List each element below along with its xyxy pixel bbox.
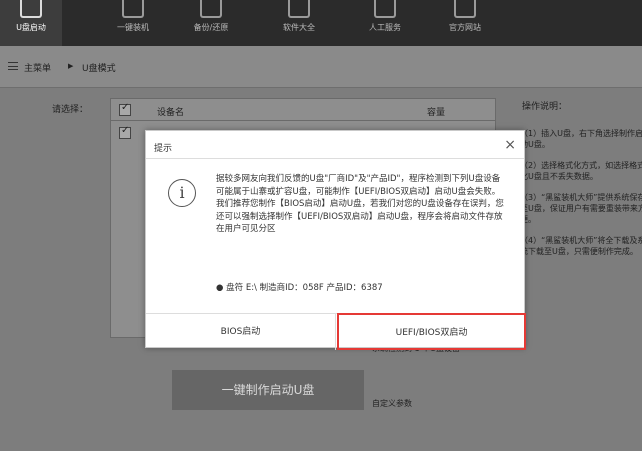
dialog-footer: BIOS启动 UEFI/BIOS双启动 — [146, 313, 526, 350]
nav-label: 一键装机 — [117, 23, 149, 32]
close-icon[interactable]: × — [504, 137, 516, 153]
nav-software[interactable]: 软件大全 — [268, 0, 330, 46]
uefi-bios-boot-button[interactable]: UEFI/BIOS双启动 — [337, 313, 526, 350]
warning-dialog: 提示 × i 据较多网友向我们反馈的U盘"厂商ID"及"产品ID"，程序检测到下… — [145, 130, 526, 350]
instructions-panel: 操作说明： （1）插入U盘，右下角选择制作启动U盘。 （2）选择格式化方式，如选… — [516, 88, 642, 451]
instruction-item: （3）“黑鲨装机大师”提供系统保存至U盘，保证用户有需要重装带来方便。 — [520, 193, 642, 224]
menu-icon — [8, 62, 18, 70]
dialog-title: 提示 — [154, 144, 173, 154]
device-checkbox[interactable] — [119, 125, 131, 139]
column-capacity: 容量 — [427, 108, 446, 118]
instruction-item: （1）插入U盘，右下角选择制作启动U盘。 — [520, 129, 642, 149]
chat-icon — [374, 0, 396, 18]
table-header: 设备名 容量 — [111, 99, 495, 121]
nav-label: 人工服务 — [369, 23, 401, 32]
breadcrumb-separator-icon: ▶ — [68, 62, 74, 70]
dialog-titlebar: 提示 × — [146, 131, 524, 159]
device-info: ● 盘符 E:\ 制造商ID：058F 产品ID：6387 — [216, 283, 383, 293]
nav-usb-boot[interactable]: U盘启动 — [0, 0, 62, 46]
breadcrumb-current: U盘模式 — [82, 64, 116, 74]
select-all-checkbox[interactable] — [119, 102, 131, 116]
breadcrumb: 主菜单 ▶ U盘模式 — [0, 46, 642, 88]
nav-one-click-install[interactable]: 一键装机 — [102, 0, 164, 46]
nav-label: 官方网站 — [449, 23, 481, 32]
dialog-message: 据较多网友向我们反馈的U盘"厂商ID"及"产品ID"，程序检测到下列U盘设备可能… — [216, 174, 504, 235]
software-icon — [288, 0, 310, 18]
select-label: 请选择： — [52, 105, 89, 115]
top-nav: U盘启动 一键装机 备份/还原 软件大全 人工服务 官方网站 — [0, 0, 642, 46]
nav-support[interactable]: 人工服务 — [354, 0, 416, 46]
nav-backup-restore[interactable]: 备份/还原 — [180, 0, 242, 46]
info-icon: i — [168, 179, 196, 207]
column-device: 设备名 — [157, 108, 185, 118]
install-icon — [122, 0, 144, 18]
home-icon — [454, 0, 476, 18]
nav-label: U盘启动 — [16, 23, 46, 32]
custom-params-link[interactable]: 自定义参数 — [372, 398, 412, 409]
instruction-item: （2）选择格式化方式，如选择格式化U盘且不丢失数据。 — [520, 161, 642, 181]
bios-boot-button[interactable]: BIOS启动 — [146, 314, 336, 350]
backup-icon — [200, 0, 222, 18]
instruction-item: （4）“黑鲨装机大师”将全下载及系统下载至U盘，只需便制作完成。 — [520, 236, 642, 256]
instructions-title: 操作说明： — [522, 102, 568, 112]
nav-website[interactable]: 官方网站 — [434, 0, 496, 46]
usb-icon — [20, 0, 42, 18]
breadcrumb-root[interactable]: 主菜单 — [24, 61, 51, 74]
make-boot-usb-button[interactable]: 一键制作启动U盘 — [172, 370, 364, 410]
nav-label: 备份/还原 — [193, 23, 229, 32]
nav-label: 软件大全 — [283, 23, 315, 32]
